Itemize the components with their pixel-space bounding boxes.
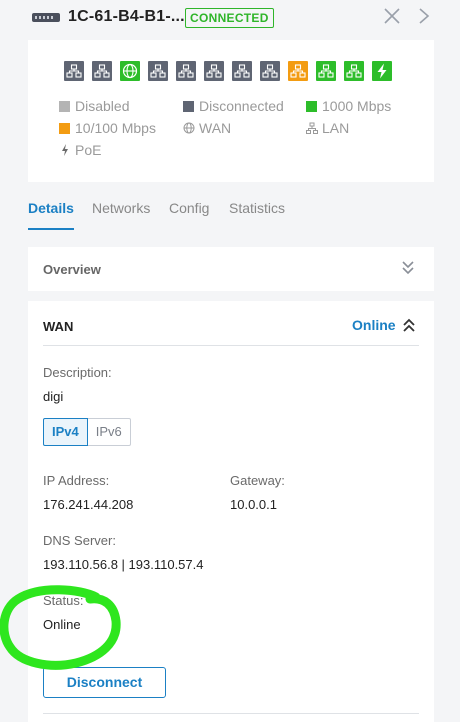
legend-disconnected: Disconnected [183,97,284,115]
overview-section[interactable]: Overview [28,247,434,291]
active-tab-indicator [28,228,74,230]
legend-label: Disabled [75,98,130,114]
legend-disabled: Disabled [59,97,129,115]
disconnected-swatch [183,101,194,112]
overview-title: Overview [43,262,101,277]
globe-icon [183,121,195,135]
port-3-icon[interactable] [120,61,140,81]
wan-title: WAN [43,319,74,334]
legend-label: 10/100 Mbps [75,120,156,136]
wan-section: WAN Online Description: digi IPv4 IPv6 I… [28,301,434,722]
ipv6-button[interactable]: IPv6 [87,418,131,446]
ipv4-button[interactable]: IPv4 [43,418,88,446]
description-value: digi [43,389,64,404]
disabled-swatch [59,101,70,112]
right-edge [448,0,460,722]
port-11-icon[interactable] [344,61,364,81]
panel-header: 1C-61-B4-B1-... CONNECTED [28,0,440,38]
wan-status: Online [352,317,396,333]
port-5-icon[interactable] [176,61,196,81]
port-9-icon[interactable] [288,61,308,81]
tab-config[interactable]: Config [169,200,209,216]
port-12-icon[interactable] [372,61,392,81]
port-2-icon[interactable] [92,61,112,81]
legend-label: 1000 Mbps [322,98,392,114]
legend-100: 10/100 Mbps [59,119,156,137]
gateway-label: Gateway: [230,473,285,488]
ip-version-toggle: IPv4 IPv6 [43,418,131,446]
ip-address-label: IP Address: [43,473,110,488]
dns-server-value: 193.110.56.8 | 193.110.57.4 [43,557,204,572]
legend-label: WAN [199,120,232,136]
double-chevron-up-icon[interactable] [402,317,416,333]
port-1-icon[interactable] [64,61,84,81]
port-6-icon[interactable] [204,61,224,81]
lightning-icon [59,143,71,157]
legend-wan: WAN [183,119,231,137]
left-edge [0,0,24,722]
chevron-right-icon[interactable] [416,6,432,26]
gateway-value: 10.0.0.1 [230,497,277,512]
tab-details[interactable]: Details [28,200,74,216]
page: 1C-61-B4-B1-... CONNECTED Disabled Disco… [0,0,460,722]
status-badge: CONNECTED [185,8,274,28]
mbps100-swatch [59,123,70,134]
legend-label: PoE [75,142,102,158]
status-label: Status: [43,593,84,608]
legend-label: LAN [322,120,350,136]
tab-networks[interactable]: Networks [92,200,150,216]
description-label: Description: [43,365,112,380]
port-7-icon[interactable] [232,61,252,81]
double-chevron-down-icon[interactable] [400,259,416,277]
close-icon[interactable] [382,6,402,26]
device-name: 1C-61-B4-B1-... [68,8,185,25]
switch-device-icon [32,13,60,22]
divider [43,713,419,714]
port-8-icon[interactable] [260,61,280,81]
legend-poe: PoE [59,141,101,159]
network-icon [306,121,318,135]
tab-bar: Details Networks Config Statistics [28,196,434,230]
port-10-icon[interactable] [316,61,336,81]
dns-server-label: DNS Server: [43,533,116,548]
port-4-icon[interactable] [148,61,168,81]
ip-address-value: 176.241.44.208 [43,497,134,512]
divider [43,345,419,346]
tab-statistics[interactable]: Statistics [229,200,285,216]
legend-1000: 1000 Mbps [306,97,391,115]
ports-card: Disabled Disconnected 1000 Mbps 10/100 M… [28,40,434,182]
legend-lan: LAN [306,119,349,137]
status-value: Online [43,617,81,632]
legend-label: Disconnected [199,98,284,114]
disconnect-button[interactable]: Disconnect [43,667,166,698]
gbps-swatch [306,101,317,112]
